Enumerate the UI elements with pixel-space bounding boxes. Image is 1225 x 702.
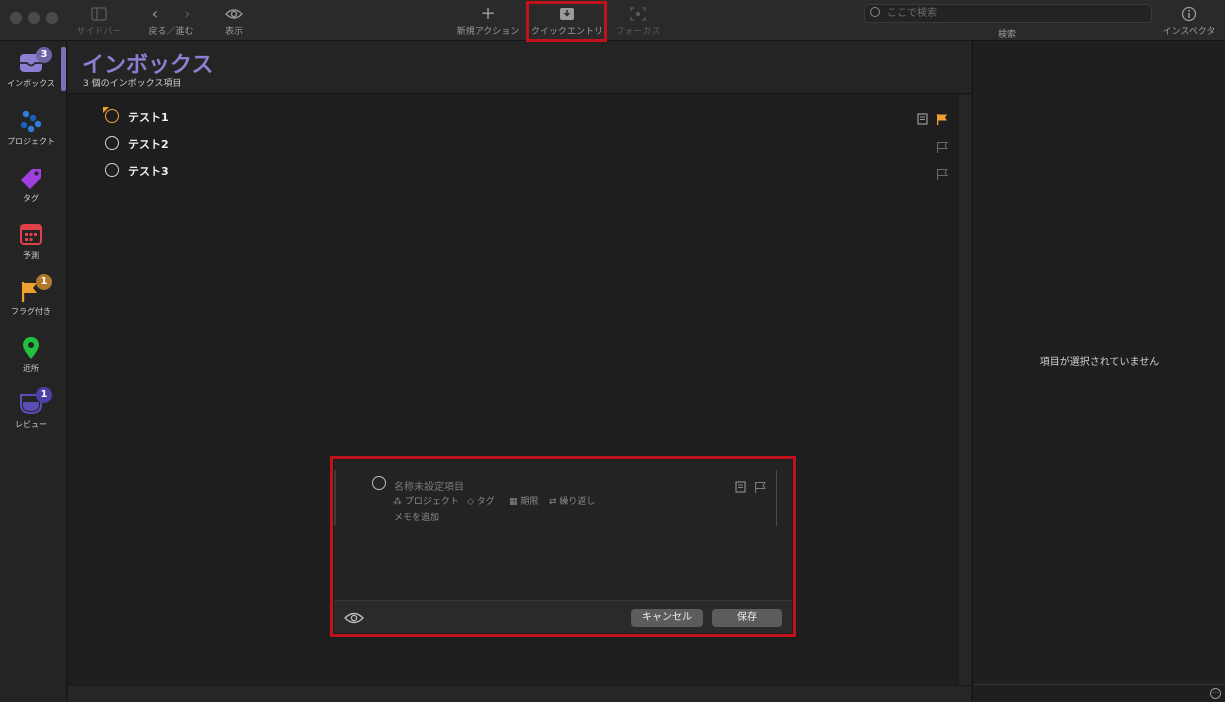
flag-outline-icon[interactable] [936,138,948,157]
task-label[interactable]: テスト1 [128,109,169,125]
inspector-label: インスペクタ [1162,27,1216,37]
sidebar-item-review[interactable]: 1 レビュー [0,387,62,430]
flag-icon[interactable] [936,110,948,129]
back-forward-button[interactable]: ‹ › 戻る／進む [142,4,200,37]
projects-icon [18,109,44,133]
task-label[interactable]: テスト2 [128,136,169,152]
inbox-badge: 3 [36,47,52,63]
plus-icon: + [480,3,496,24]
search-field[interactable]: ここで検索 [864,4,1152,23]
task-row[interactable]: テスト2 [105,134,951,154]
new-action-label: 新規アクション [456,27,520,37]
sidebar-item-nearby[interactable]: 近所 [0,336,62,374]
toolbar: サイドバー ‹ › 戻る／進む 表示 + 新規アクション クイックエントリ フォー… [0,0,1225,41]
flag-corner-icon [103,107,109,113]
back-forward-label: 戻る／進む [148,27,194,37]
focus-icon [612,4,664,24]
vertical-scrollbar[interactable] [958,95,971,685]
search-placeholder: ここで検索 [887,8,937,19]
sidebar-item-label: プロジェクト [7,137,55,146]
task-row[interactable]: テスト1 [103,107,951,129]
inspector-button[interactable]: インスペクタ [1158,4,1220,37]
new-action-button[interactable]: + 新規アクション [455,3,521,38]
task-checkbox[interactable] [105,163,119,177]
chevron-right-icon[interactable]: › [184,4,190,23]
eye-icon [220,4,248,24]
flag-icon: 1 [18,274,52,303]
tag-icon [18,166,44,190]
sidebar-item-projects[interactable]: プロジェクト [0,109,62,147]
task-row[interactable]: テスト3 [105,161,951,181]
location-pin-icon [18,336,44,360]
sidebar-item-label: タグ [23,194,39,203]
sidebar-item-forecast[interactable]: 予測 [0,223,62,261]
chevron-left-icon[interactable]: ‹ [152,4,158,23]
focus-label: フォーカス [615,27,661,37]
sidebar-toggle-button[interactable]: サイドバー [76,4,122,37]
page-title: インボックス [82,53,214,78]
zoom-window-icon[interactable] [46,12,58,24]
search-label: 検索 [998,30,1017,40]
search-icon [870,7,880,17]
sidebar-item-label: フラグ付き [11,307,51,316]
outline-footer [68,685,971,702]
page-subtitle: 3 個のインボックス項目 [83,79,182,89]
sidebar-toggle-label: サイドバー [76,27,122,37]
close-window-icon[interactable] [10,12,22,24]
sidebar-item-label: レビュー [15,420,47,429]
review-badge: 1 [36,387,52,403]
flag-outline-icon[interactable] [936,165,948,184]
sidebar-item-label: インボックス [7,79,55,88]
sidebar-item-label: 近所 [23,364,39,373]
sidebar-item-flagged[interactable]: 1 フラグ付き [0,274,62,317]
more-options-icon[interactable]: ··· [1210,688,1221,699]
sidebar-item-inbox[interactable]: 3 インボックス [0,47,62,89]
view-button[interactable]: 表示 [220,4,248,37]
view-label: 表示 [224,27,243,37]
sidebar-item-label: 予測 [23,251,39,260]
sidebar-item-tags[interactable]: タグ [0,166,62,204]
task-label[interactable]: テスト3 [128,163,169,179]
inspector-empty-message: 項目が選択されていません [1039,357,1160,368]
focus-button[interactable]: フォーカス [612,4,664,37]
forecast-icon [18,223,44,247]
sidebar: 3 インボックス プロジェクト タグ 予測 1 フラグ付き 近所 1 レビュー [0,41,67,702]
info-icon [1158,4,1220,24]
inspector-footer: ··· [973,684,1225,702]
quick-entry-highlight [526,1,607,42]
note-icon[interactable] [917,110,928,129]
task-checkbox[interactable] [105,136,119,150]
review-icon: 1 [18,387,52,416]
inspector-panel: 項目が選択されていません ··· [972,41,1225,702]
outline-header: インボックス 3 個のインボックス項目 [68,41,971,94]
minimize-window-icon[interactable] [28,12,40,24]
flagged-badge: 1 [36,274,52,290]
inbox-icon: 3 [18,47,52,75]
sidebar-icon [76,4,122,24]
quick-entry-panel-highlight [330,456,796,637]
